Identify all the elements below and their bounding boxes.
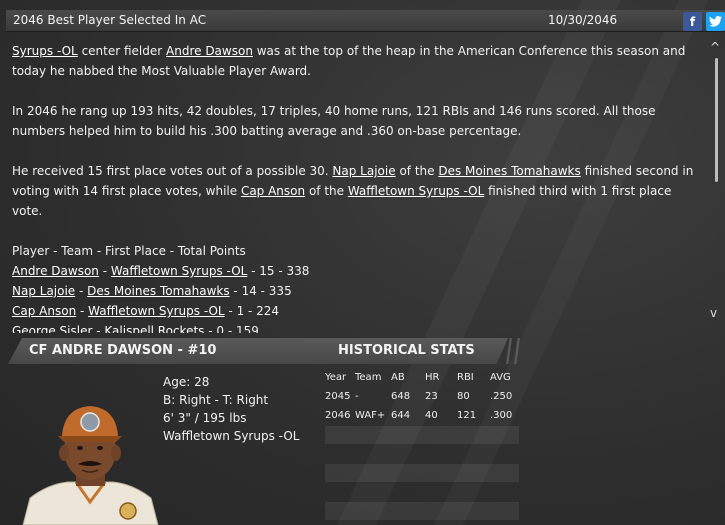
col-team: Team: [355, 372, 382, 383]
cell-team: WAF+: [355, 410, 386, 421]
cell-rbi: 121: [457, 410, 477, 421]
empty-stat-row: [325, 502, 519, 520]
cell-avg: .300: [490, 410, 513, 421]
news-date: 10/30/2046: [548, 13, 618, 27]
team-link[interactable]: Des Moines Tomahawks: [87, 284, 229, 298]
vote-totals: - 1 - 224: [224, 304, 280, 318]
article-text: center fielder: [77, 44, 167, 58]
twitter-icon: [709, 16, 722, 27]
scroll-up-arrow-icon[interactable]: ^: [710, 40, 720, 54]
stats-header-row: Year Team AB HR RBI AVG: [325, 370, 519, 389]
article-text: of the: [305, 184, 348, 198]
result-row: George Sisler - Kalispell Rockets - 0 - …: [12, 321, 702, 333]
article-text: He received 15 first place votes out of …: [12, 164, 333, 178]
cell-hr: 40: [425, 410, 438, 421]
cell-year: 2046: [325, 410, 351, 421]
player-link[interactable]: Nap Lajoie: [332, 164, 395, 178]
scrollbar-thumb[interactable]: [715, 58, 718, 182]
col-rbi: RBI: [457, 372, 474, 383]
article-text: of the: [395, 164, 439, 178]
news-title: 2046 Best Player Selected In AC: [13, 13, 207, 27]
separator: -: [75, 284, 88, 298]
facebook-icon: f: [689, 14, 696, 29]
cell-hr: 23: [425, 391, 438, 402]
result-row: Nap Lajoie - Des Moines Tomahawks - 14 -…: [12, 281, 702, 301]
table-row[interactable]: 2046 WAF+ 644 40 121 .300: [325, 408, 519, 427]
scroll-down-arrow-icon[interactable]: v: [710, 306, 717, 320]
cell-ab: 644: [391, 410, 411, 421]
cell-rbi: 80: [457, 391, 470, 402]
player-height-weight: 6' 3" / 195 lbs: [163, 411, 247, 425]
player-link[interactable]: Andre Dawson: [12, 264, 99, 278]
vote-totals: - 0 - 159: [204, 324, 259, 333]
player-link[interactable]: George Sisler: [12, 324, 92, 333]
vote-totals: - 15 - 338: [247, 264, 310, 278]
player-team: Waffletown Syrups -OL: [163, 429, 300, 443]
team-link[interactable]: Waffletown Syrups -OL: [348, 184, 484, 198]
team-link[interactable]: Waffletown Syrups -OL: [111, 264, 247, 278]
player-link[interactable]: Nap Lajoie: [12, 284, 75, 298]
player-link[interactable]: Cap Anson: [12, 304, 76, 318]
result-row: Cap Anson - Waffletown Syrups -OL - 1 - …: [12, 301, 702, 321]
team-link[interactable]: Des Moines Tomahawks: [438, 164, 580, 178]
title-bar: 2046 Best Player Selected In AC 10/30/20…: [6, 10, 725, 32]
empty-stat-row: [325, 464, 519, 482]
team-link[interactable]: Waffletown Syrups -OL: [88, 304, 224, 318]
separator: -: [76, 304, 89, 318]
table-row[interactable]: 2045 - 648 23 80 .250: [325, 389, 519, 408]
results-header: Player - Team - First Place - Total Poin…: [12, 244, 246, 258]
col-year: Year: [325, 372, 347, 383]
article-paragraph-3: He received 15 first place votes out of …: [12, 161, 702, 221]
cell-team: -: [355, 391, 359, 402]
result-row: Andre Dawson - Waffletown Syrups -OL - 1…: [12, 261, 702, 281]
player-link[interactable]: Cap Anson: [241, 184, 305, 198]
historical-header: HISTORICAL STATS: [338, 343, 475, 358]
historical-stats-table: Year Team AB HR RBI AVG 2045 - 648 23 80…: [325, 370, 519, 427]
player-avatar: [22, 406, 159, 525]
article-paragraph-1: Syrups -OL center fielder Andre Dawson w…: [12, 41, 702, 81]
twitter-share-button[interactable]: [706, 12, 725, 31]
team-link[interactable]: Kalispell Rockets: [104, 324, 204, 333]
separator: -: [98, 264, 111, 278]
player-link[interactable]: Andre Dawson: [166, 44, 253, 58]
article-body: Syrups -OL center fielder Andre Dawson w…: [12, 41, 702, 333]
facebook-share-button[interactable]: f: [683, 12, 702, 31]
col-ab: AB: [391, 372, 405, 383]
col-avg: AVG: [490, 372, 511, 383]
vote-totals: - 14 - 335: [229, 284, 292, 298]
cell-year: 2045: [325, 391, 351, 402]
article-paragraph-2: In 2046 he rang up 193 hits, 42 doubles,…: [12, 104, 656, 138]
player-bio: Age: 28 B: Right - T: Right 6' 3" / 195 …: [163, 373, 299, 445]
cell-avg: .250: [490, 391, 513, 402]
col-hr: HR: [425, 372, 440, 383]
cell-ab: 648: [391, 391, 411, 402]
player-header: CF ANDRE DAWSON - #10: [29, 343, 217, 358]
player-age: Age: 28: [163, 375, 210, 389]
team-link[interactable]: Syrups -OL: [12, 44, 78, 58]
empty-stat-row: [325, 426, 519, 444]
separator: -: [92, 324, 105, 333]
player-bats-throws: B: Right - T: Right: [163, 393, 269, 407]
